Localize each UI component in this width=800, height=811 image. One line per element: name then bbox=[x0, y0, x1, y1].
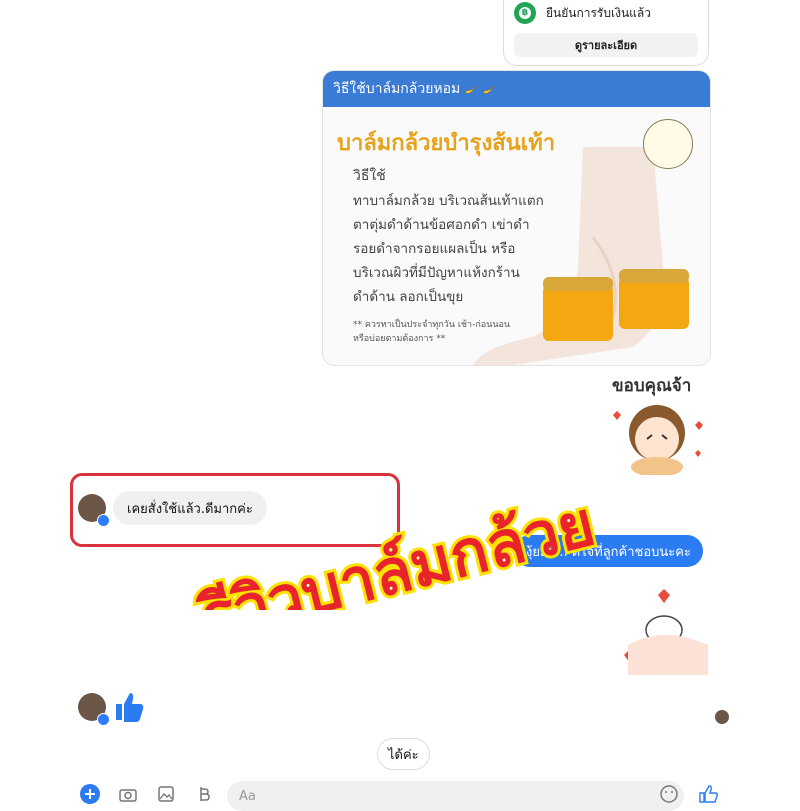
balm-jar-front bbox=[543, 285, 613, 341]
payment-confirmation-card: ฿ ยืนยันการรับเงินแล้ว ดูรายละเอียด bbox=[503, 0, 709, 66]
quick-reply-chip[interactable]: ได้ค่ะ bbox=[377, 738, 430, 770]
brand-logo bbox=[643, 119, 693, 169]
message-input[interactable]: Aa bbox=[227, 781, 684, 811]
plus-icon[interactable] bbox=[80, 784, 100, 804]
balm-jar-back bbox=[619, 277, 689, 329]
like-button-icon[interactable] bbox=[698, 784, 718, 804]
review-caption-text: รีวิวบาล์มกล้วย bbox=[191, 486, 602, 610]
balm-jar-lid bbox=[543, 277, 613, 291]
thumbs-up-icon[interactable] bbox=[113, 690, 145, 722]
usage-line: บริเวณผิวที่มีปัญหาแห้งกร้าน bbox=[353, 265, 520, 281]
product-message-card[interactable]: วิธีใช้บาล์มกล้วยหอม บาล์มกล้วยบำรุงส้นเ… bbox=[322, 70, 711, 366]
product-image: บาล์มกล้วยบำรุงส้นเท้า วิธีใช้ ทาบาล์มกล… bbox=[323, 107, 710, 365]
seen-avatar bbox=[715, 710, 729, 724]
banana-emoji-icon bbox=[483, 84, 495, 94]
usage-note: หรือบ่อยตามต้องการ ** bbox=[353, 334, 446, 344]
messenger-badge-icon bbox=[97, 713, 110, 726]
baht-icon[interactable] bbox=[194, 784, 214, 804]
payment-row: ฿ ยืนยันการรับเงินแล้ว bbox=[514, 2, 651, 24]
bunny-heart-sticker[interactable] bbox=[618, 585, 713, 680]
balm-jar-lid bbox=[619, 269, 689, 283]
product-card-header-text: วิธีใช้บาล์มกล้วยหอม bbox=[333, 81, 461, 97]
usage-line: ทาบาล์มกล้วย บริเวณส้นเท้าแตก bbox=[353, 193, 544, 209]
baht-coin-icon: ฿ bbox=[514, 2, 536, 24]
view-details-button[interactable]: ดูรายละเอียด bbox=[514, 33, 698, 57]
usage-note: ** ควรทาเป็นประจำทุกวัน เช้า-ก่อนนอน bbox=[353, 320, 511, 330]
emoji-icon[interactable] bbox=[659, 784, 679, 804]
usage-line: ตาตุ่มดำด้านข้อศอกดำ เข่าดำ bbox=[353, 217, 530, 233]
messenger-badge-icon bbox=[97, 514, 110, 527]
review-caption-overlay: รีวิวบาล์มกล้วย bbox=[188, 483, 605, 610]
usage-line: รอยดำจากรอยแผลเป็น หรือ bbox=[353, 241, 516, 257]
camera-icon[interactable] bbox=[118, 784, 138, 804]
how-to-label: วิธีใช้ bbox=[353, 168, 386, 184]
product-card-header: วิธีใช้บาล์มกล้วยหอม bbox=[323, 71, 710, 107]
usage-line: ดำด้าน ลอกเป็นขุย bbox=[353, 289, 464, 305]
banana-emoji-icon bbox=[465, 84, 477, 94]
payment-confirm-text: ยืนยันการรับเงินแล้ว bbox=[546, 5, 651, 20]
product-title: บาล์มกล้วยบำรุงส้นเท้า bbox=[337, 131, 556, 156]
image-icon[interactable] bbox=[156, 784, 176, 804]
